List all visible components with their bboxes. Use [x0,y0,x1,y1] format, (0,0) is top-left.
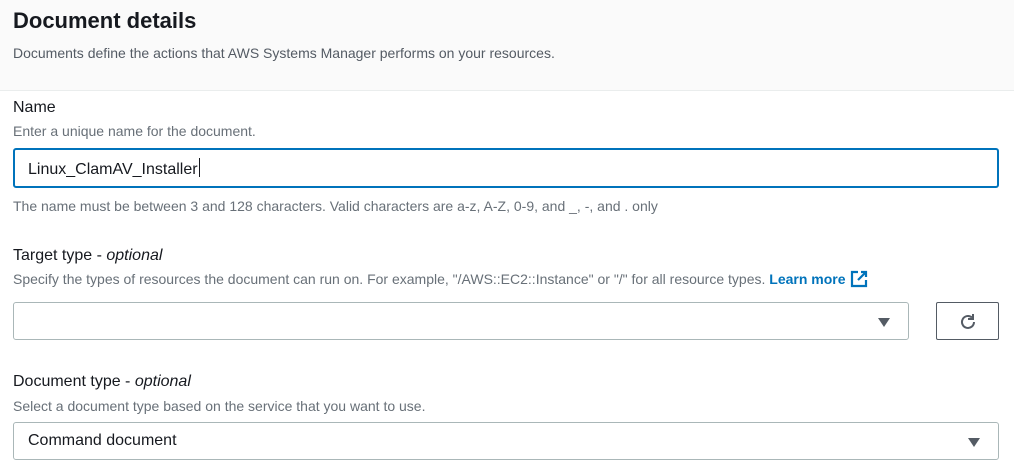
target-type-description: Specify the types of resources the docum… [13,269,868,293]
document-type-label: Document type - optional [13,373,191,390]
section-description: Documents define the actions that AWS Sy… [13,45,555,61]
name-input[interactable]: Linux_ClamAV_Installer [13,148,999,188]
document-type-value: Command document [28,432,177,449]
target-type-label: Target type - optional [13,247,163,264]
name-label: Name [13,99,56,116]
document-type-select[interactable]: Command document [13,422,999,460]
section-title: Document details [13,8,197,33]
name-input-value: Linux_ClamAV_Installer [28,158,200,180]
external-link-icon [850,270,868,293]
name-description: Enter a unique name for the document. [13,123,256,139]
document-type-description: Select a document type based on the serv… [13,398,426,414]
caret-down-icon [878,318,890,327]
section-header: Document details Documents define the ac… [0,0,1014,91]
name-constraint: The name must be between 3 and 128 chara… [13,198,658,214]
learn-more-link[interactable]: Learn more [769,270,867,288]
target-type-select[interactable] [13,302,909,340]
refresh-button[interactable] [936,302,999,340]
caret-down-icon [968,438,980,447]
